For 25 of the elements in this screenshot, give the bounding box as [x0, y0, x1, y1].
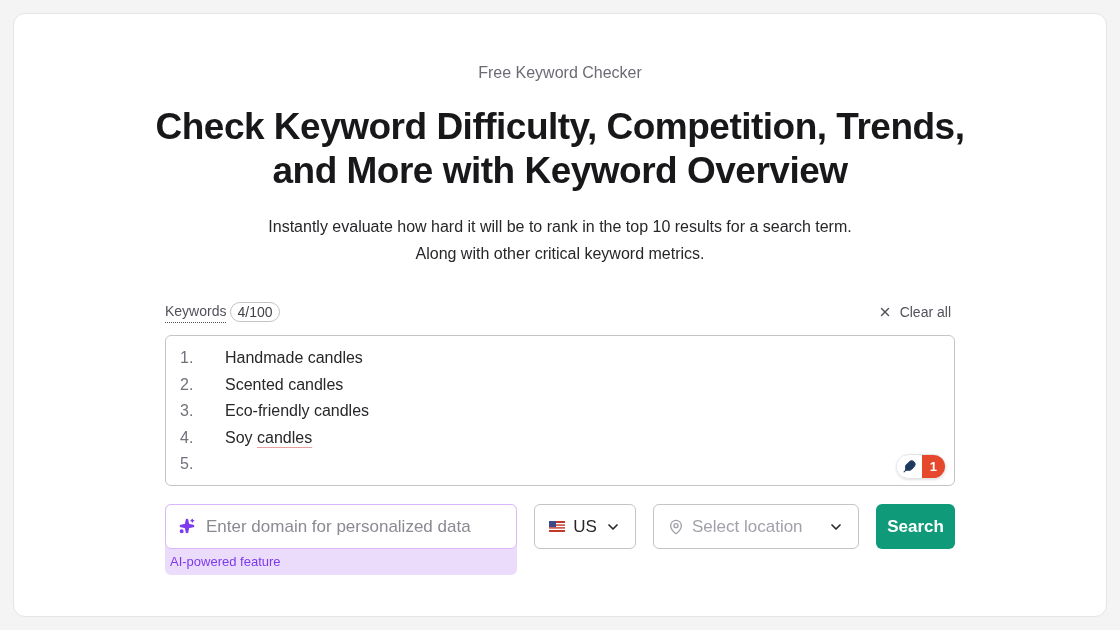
page-heading: Check Keyword Difficulty, Competition, Trends, and More with Keyword Overview — [154, 105, 966, 193]
line-number: 1. — [180, 348, 195, 368]
sparkle-icon — [179, 518, 195, 534]
eyebrow-text: Free Keyword Checker — [478, 63, 642, 83]
keywords-label: Keywords — [165, 301, 227, 323]
keyword-text: Scented candles — [225, 374, 344, 395]
description-text: Instantly evaluate how hard it will be to rank in the top 10 results for a search term. Along with other critical keyword metrics. — [267, 217, 853, 264]
ai-feature-note: AI-powered feature — [169, 553, 282, 571]
line-number: 5. — [180, 454, 195, 474]
keyword-text: Soy candles — [225, 427, 313, 448]
line-number: 4. — [180, 427, 195, 448]
country-select[interactable]: US — [534, 504, 636, 549]
line-number: 3. — [180, 401, 195, 421]
writing-assistant-badge[interactable]: 1 — [895, 453, 946, 479]
clear-all-button[interactable]: Clear all — [873, 301, 955, 323]
location-pin-icon — [668, 518, 684, 535]
alert-count: 1 — [921, 454, 945, 478]
line-number: 2. — [180, 374, 195, 395]
flag-icon — [549, 521, 566, 532]
keyword-text: Eco-friendly candles — [225, 401, 370, 421]
domain-field[interactable]: Enter domain for personalized data — [165, 504, 517, 549]
search-button[interactable]: Search — [876, 504, 955, 549]
keywords-textarea[interactable]: 1. Handmade candles 2. Scented candles 3. Eco-friendly candles 4. Soy candles 5. 1 — [165, 335, 955, 486]
feather-icon — [902, 459, 916, 473]
keyword-text: Handmade candles — [225, 348, 363, 368]
